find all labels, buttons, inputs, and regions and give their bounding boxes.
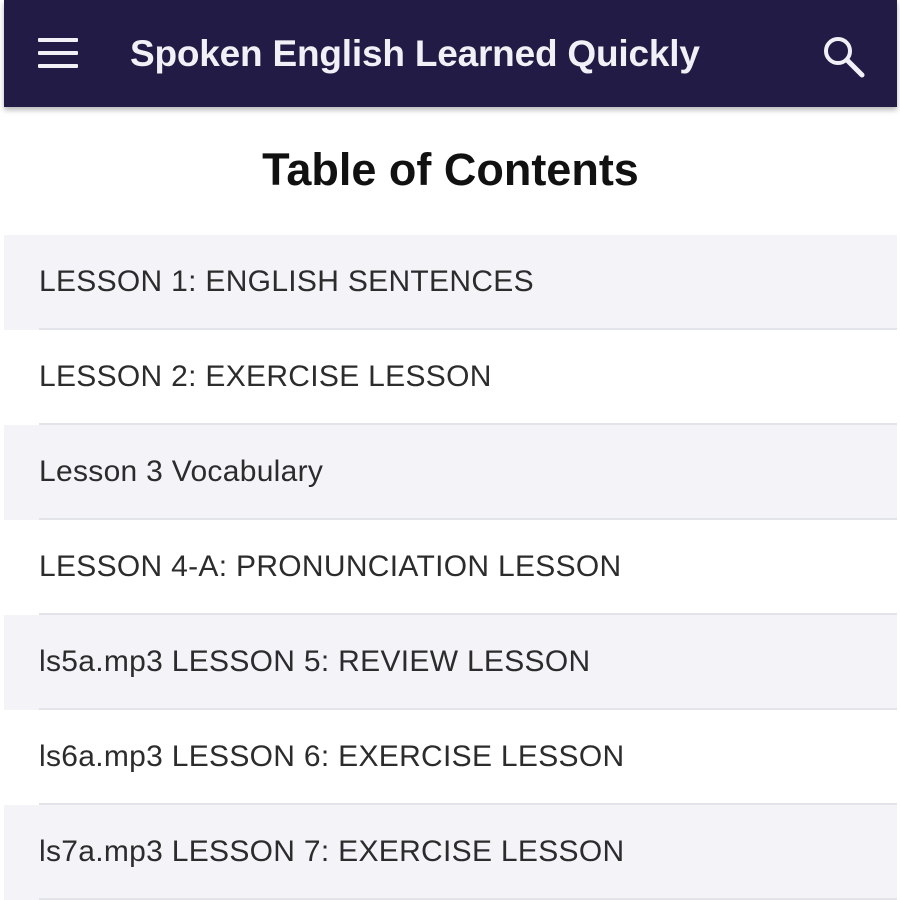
page-title: Table of Contents	[262, 144, 639, 195]
app-title: Spoken English Learned Quickly	[130, 33, 700, 74]
lesson-list-item[interactable]: LESSON 4-A: PRONUNCIATION LESSON	[4, 520, 897, 615]
app-screen: Spoken English Learned Quickly Table of …	[0, 0, 900, 900]
hamburger-menu-icon[interactable]	[34, 36, 82, 70]
table-of-contents-panel: Table of Contents LESSON 1: ENGLISH SENT…	[4, 107, 897, 900]
lesson-label: LESSON 1: ENGLISH SENTENCES	[39, 265, 534, 298]
search-icon[interactable]	[820, 33, 866, 79]
lesson-label: ls6a.mp3 LESSON 6: EXERCISE LESSON	[39, 740, 625, 773]
app-bar: Spoken English Learned Quickly	[4, 0, 897, 107]
lesson-label: ls7a.mp3 LESSON 7: EXERCISE LESSON	[39, 835, 625, 868]
lesson-label: Lesson 3 Vocabulary	[39, 455, 324, 488]
lesson-list-item[interactable]: Lesson 3 Vocabulary	[4, 425, 897, 520]
lesson-list-item[interactable]: LESSON 2: EXERCISE LESSON	[4, 330, 897, 425]
lesson-list-item[interactable]: ls6a.mp3 LESSON 6: EXERCISE LESSON	[4, 710, 897, 805]
lesson-list-item[interactable]: LESSON 1: ENGLISH SENTENCES	[4, 235, 897, 330]
lesson-list-item[interactable]: ls5a.mp3 LESSON 5: REVIEW LESSON	[4, 615, 897, 710]
lesson-list: LESSON 1: ENGLISH SENTENCES LESSON 2: EXE…	[4, 235, 897, 900]
lesson-label: ls5a.mp3 LESSON 5: REVIEW LESSON	[39, 645, 591, 678]
lesson-label: LESSON 2: EXERCISE LESSON	[39, 360, 492, 393]
lesson-label: LESSON 4-A: PRONUNCIATION LESSON	[39, 550, 622, 583]
lesson-list-item[interactable]: ls7a.mp3 LESSON 7: EXERCISE LESSON	[4, 805, 897, 900]
